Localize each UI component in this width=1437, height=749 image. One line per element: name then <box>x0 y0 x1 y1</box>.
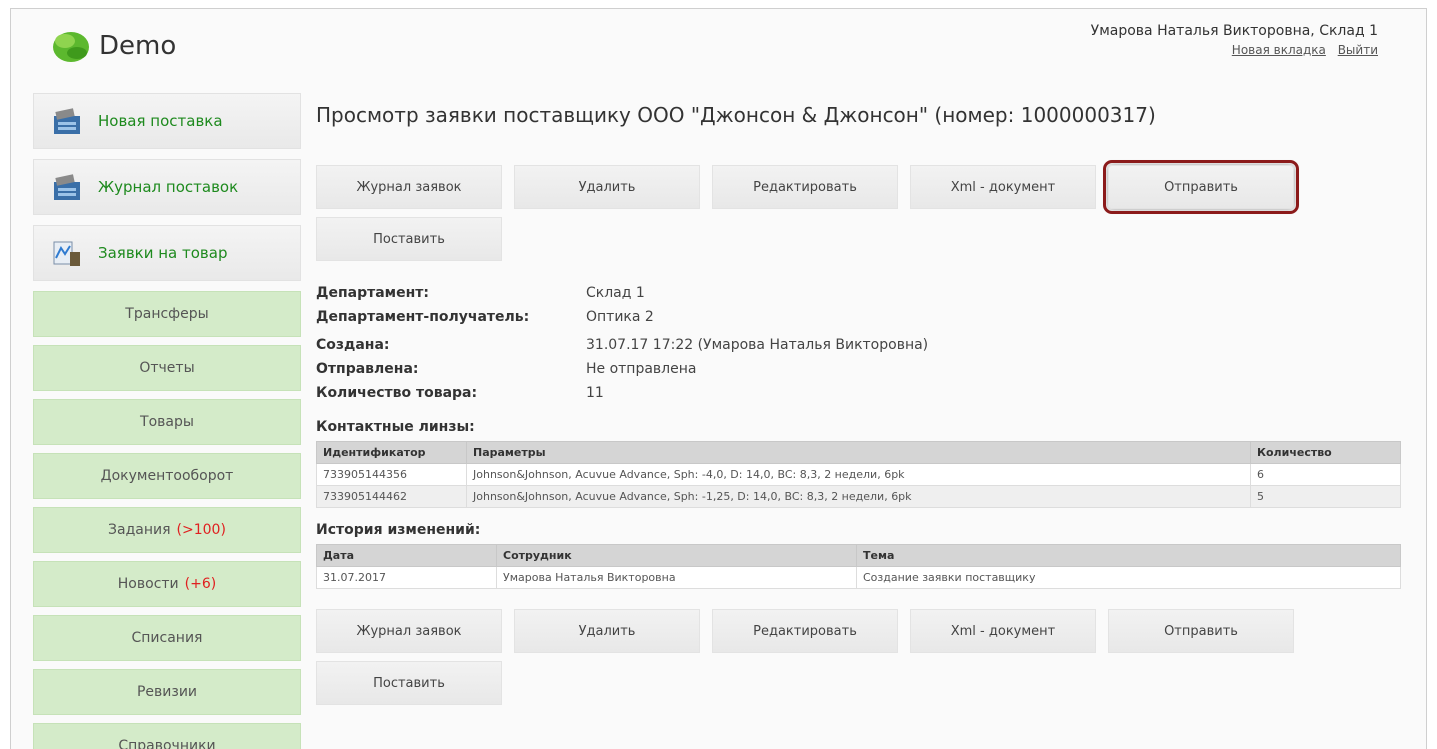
send-button[interactable]: Отправить <box>1108 609 1294 653</box>
table-cell: Умарова Наталья Викторовна <box>496 566 857 589</box>
table-cell: 733905144462 <box>316 485 467 508</box>
info-row: Количество товара: 11 <box>316 381 1401 405</box>
app-window: Demo Умарова Наталья Викторовна, Склад 1… <box>10 8 1427 749</box>
column-header: Дата <box>316 544 497 567</box>
xml-button[interactable]: Xml - документ <box>910 609 1096 653</box>
quantity-label: Количество товара: <box>316 385 478 401</box>
sent-label: Отправлена: <box>316 361 419 377</box>
lenses-section-title: Контактные линзы: <box>316 419 475 435</box>
sidebar-item-products[interactable]: Товары <box>33 399 301 445</box>
recipient-label: Департамент-получатель: <box>316 309 530 325</box>
deliver-button[interactable]: Поставить <box>316 661 502 705</box>
bottom-toolbar: Журнал заявок Удалить Редактировать Xml … <box>316 609 1401 713</box>
sidebar-item-label: Ревизии <box>136 684 198 700</box>
sidebar-item-references[interactable]: Справочники <box>33 723 301 749</box>
main-content: Просмотр заявки поставщику ООО "Джонсон … <box>316 93 1401 713</box>
app-name: Demo <box>99 31 177 61</box>
tasks-count-badge: (>100) <box>176 522 226 538</box>
info-row: Создана: 31.07.17 17:22 (Умарова Наталья… <box>316 333 1401 357</box>
column-header: Идентификатор <box>316 441 467 464</box>
column-header: Параметры <box>466 441 1251 464</box>
info-row: Департамент: Склад 1 <box>316 281 1401 305</box>
sent-value: Не отправлена <box>586 361 697 377</box>
table-cell: 733905144356 <box>316 463 467 486</box>
edit-button[interactable]: Редактировать <box>712 609 898 653</box>
info-row: Отправлена: Не отправлена <box>316 357 1401 381</box>
news-count-badge: (+6) <box>184 576 217 592</box>
sidebar-item-transfers[interactable]: Трансферы <box>33 291 301 337</box>
sidebar-item-tasks[interactable]: Задания (>100) <box>33 507 301 553</box>
column-header: Сотрудник <box>496 544 857 567</box>
deliver-button[interactable]: Поставить <box>316 217 502 261</box>
created-value: 31.07.17 17:22 (Умарова Наталья Викторов… <box>586 337 929 353</box>
sidebar-item-new-delivery[interactable]: Новая поставка <box>33 93 301 149</box>
quantity-value: 11 <box>586 385 604 401</box>
user-name: Умарова Наталья Викторовна, Склад 1 <box>1090 23 1378 39</box>
logout-link[interactable]: Выйти <box>1338 43 1378 57</box>
sidebar-item-audits[interactable]: Ревизии <box>33 669 301 715</box>
created-label: Создана: <box>316 337 390 353</box>
journal-button[interactable]: Журнал заявок <box>316 165 502 209</box>
sidebar-item-label: Списания <box>131 630 203 646</box>
table-header-row: Дата Сотрудник Тема <box>316 544 1401 567</box>
request-info: Департамент: Склад 1 Департамент-получат… <box>316 281 1401 405</box>
sidebar: Новая поставка Журнал поставок Заявки на… <box>33 93 301 749</box>
table-row: 733905144356 Johnson&Johnson, Acuvue Adv… <box>316 463 1401 486</box>
department-value: Склад 1 <box>586 285 645 301</box>
history-table: Дата Сотрудник Тема 31.07.2017 Умарова Н… <box>316 544 1401 589</box>
history-section-title: История изменений: <box>316 522 481 538</box>
lenses-table: Идентификатор Параметры Количество 73390… <box>316 441 1401 508</box>
sidebar-item-label: Документооборот <box>100 468 234 484</box>
column-header: Количество <box>1250 441 1401 464</box>
table-header-row: Идентификатор Параметры Количество <box>316 441 1401 464</box>
xml-button[interactable]: Xml - документ <box>910 165 1096 209</box>
sidebar-item-label: Новая поставка <box>98 112 223 130</box>
recipient-value: Оптика 2 <box>586 309 654 325</box>
sidebar-item-label: Справочники <box>118 738 216 749</box>
table-cell: Создание заявки поставщику <box>856 566 1401 589</box>
user-links: Новая вкладка Выйти <box>1091 43 1378 57</box>
table-row: 31.07.2017 Умарова Наталья Викторовна Со… <box>316 566 1401 589</box>
sidebar-item-product-requests[interactable]: Заявки на товар <box>33 225 301 281</box>
table-cell: 5 <box>1250 485 1401 508</box>
top-toolbar: Журнал заявок Удалить Редактировать Xml … <box>316 160 1401 269</box>
sidebar-item-label: Журнал поставок <box>98 178 239 196</box>
department-label: Департамент: <box>316 285 429 301</box>
logo-icon <box>51 29 91 63</box>
sidebar-item-news[interactable]: Новости (+6) <box>33 561 301 607</box>
info-row: Департамент-получатель: Оптика 2 <box>316 305 1401 329</box>
page-title: Просмотр заявки поставщику ООО "Джонсон … <box>316 103 1156 127</box>
sidebar-item-label: Новости <box>117 576 179 592</box>
sidebar-item-write-offs[interactable]: Списания <box>33 615 301 661</box>
table-cell: Johnson&Johnson, Acuvue Advance, Sph: -4… <box>466 463 1251 486</box>
delete-button[interactable]: Удалить <box>514 165 700 209</box>
journal-button[interactable]: Журнал заявок <box>316 609 502 653</box>
delivery-log-icon <box>52 172 84 202</box>
sidebar-item-delivery-log[interactable]: Журнал поставок <box>33 159 301 215</box>
table-cell: Johnson&Johnson, Acuvue Advance, Sph: -1… <box>466 485 1251 508</box>
sidebar-item-reports[interactable]: Отчеты <box>33 345 301 391</box>
sidebar-item-label: Товары <box>140 414 194 430</box>
sidebar-item-label: Задания <box>108 522 171 538</box>
table-cell: 31.07.2017 <box>316 566 497 589</box>
delivery-icon <box>52 106 84 136</box>
sidebar-item-label: Заявки на товар <box>98 244 228 262</box>
user-box: Умарова Наталья Викторовна, Склад 1 Нова… <box>1091 23 1378 57</box>
chart-icon <box>52 238 84 268</box>
new-tab-link[interactable]: Новая вкладка <box>1232 43 1326 57</box>
logo[interactable]: Demo <box>51 29 176 63</box>
sidebar-item-label: Трансферы <box>125 306 209 322</box>
sidebar-item-label: Отчеты <box>139 360 195 376</box>
table-cell: 6 <box>1250 463 1401 486</box>
sidebar-item-documents[interactable]: Документооборот <box>33 453 301 499</box>
column-header: Тема <box>856 544 1401 567</box>
send-button[interactable]: Отправить <box>1103 160 1299 214</box>
table-row: 733905144462 Johnson&Johnson, Acuvue Adv… <box>316 485 1401 508</box>
delete-button[interactable]: Удалить <box>514 609 700 653</box>
edit-button[interactable]: Редактировать <box>712 165 898 209</box>
